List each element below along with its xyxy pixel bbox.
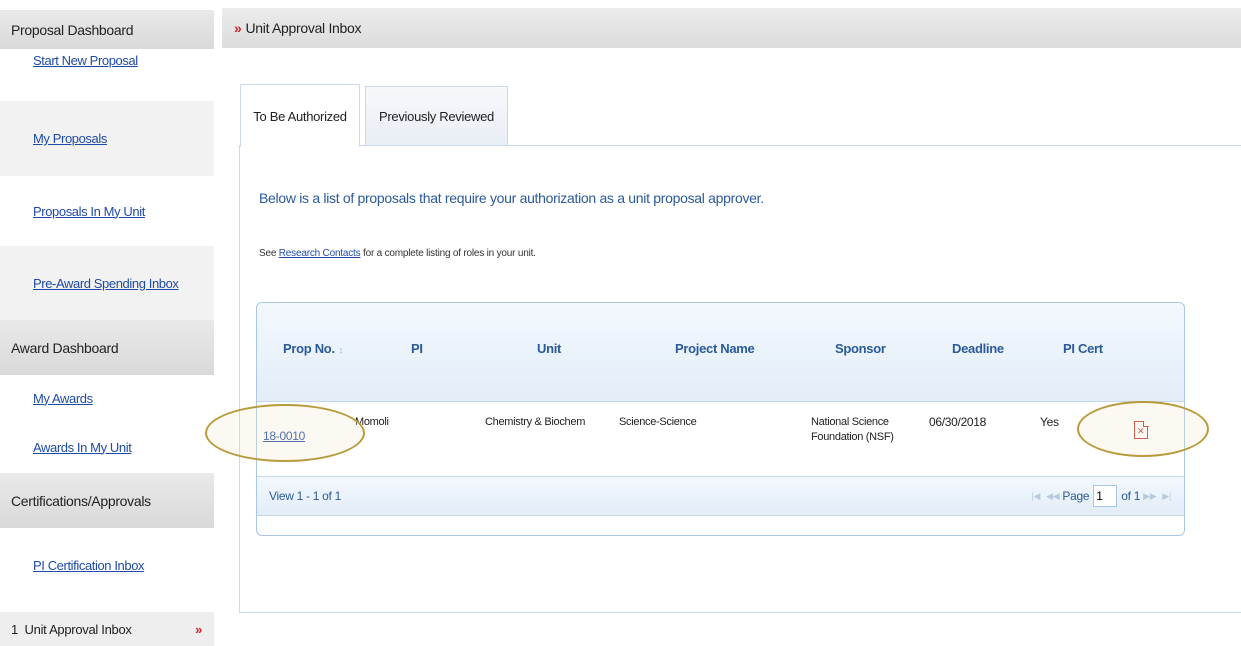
chevron-right-icon: » <box>234 20 242 36</box>
grid-header: Prop No. ↕ PI Unit Project Name Sponsor D… <box>257 303 1184 402</box>
unit-cell: Chemistry & Biochem <box>485 416 586 428</box>
intro-text: Below is a list of proposals that requir… <box>259 190 764 206</box>
start-new-proposal-link[interactable]: Start New Proposal <box>33 53 138 68</box>
tab-to-be-authorized[interactable]: To Be Authorized <box>240 84 360 147</box>
highlight-ring-pdf <box>1077 401 1209 457</box>
record-count: View 1 - 1 of 1 <box>269 489 341 503</box>
my-awards-link[interactable]: My Awards <box>33 391 93 406</box>
help-text-suffix: for a complete listing of roles in your … <box>360 248 536 259</box>
sidebar: Proposal Dashboard Start New Proposal My… <box>0 0 214 646</box>
sidebar-item-my-proposals[interactable]: My Proposals <box>0 101 214 176</box>
page-of-label: of 1 <box>1121 489 1141 503</box>
help-text-prefix: See <box>259 248 279 259</box>
prev-page-icon[interactable]: ◀◀ <box>1046 491 1060 502</box>
section-certifications-approvals: Certifications/Approvals <box>0 473 214 528</box>
proposal-grid: Prop No. ↕ PI Unit Project Name Sponsor D… <box>256 302 1185 536</box>
tab-label: Previously Reviewed <box>379 109 494 124</box>
last-page-icon[interactable]: ▶| <box>1162 491 1171 502</box>
unit-approval-inbox-label: 1 Unit Approval Inbox <box>11 621 132 637</box>
table-row: 18-0010 Momoli Chemistry & Biochem Scien… <box>257 403 1184 475</box>
sidebar-item-awards-in-my-unit[interactable]: Awards In My Unit <box>0 421 214 473</box>
section-proposal-dashboard: Proposal Dashboard <box>0 10 214 49</box>
column-header-pi-cert[interactable]: PI Cert <box>1063 341 1103 356</box>
sidebar-item-pi-certification-inbox[interactable]: PI Certification Inbox <box>0 528 214 603</box>
pre-award-spending-inbox-link[interactable]: Pre-Award Spending Inbox <box>33 276 179 291</box>
sidebar-item-proposals-in-my-unit[interactable]: Proposals In My Unit <box>0 176 214 246</box>
my-proposals-link[interactable]: My Proposals <box>33 131 107 146</box>
page-label: Page <box>1062 489 1090 503</box>
tab-previously-reviewed[interactable]: Previously Reviewed <box>365 86 508 146</box>
chevron-right-icon: » <box>195 621 202 637</box>
sponsor-line: National Science <box>811 416 889 428</box>
column-header-deadline[interactable]: Deadline <box>952 341 1004 356</box>
project-name-cell: Science-Science <box>619 416 697 428</box>
grid-footer: View 1 - 1 of 1 |◀ ◀◀ Page of 1 ▶▶ ▶| <box>257 476 1184 516</box>
page-title: Unit Approval Inbox <box>245 20 362 36</box>
section-award-dashboard: Award Dashboard <box>0 320 214 375</box>
main-content: » Unit Approval Inbox To Be Authorized P… <box>222 0 1241 646</box>
pi-certification-inbox-link[interactable]: PI Certification Inbox <box>33 558 145 573</box>
highlight-ring-prop-no <box>205 404 365 462</box>
column-header-pi[interactable]: PI <box>411 341 423 356</box>
column-header-prop-no[interactable]: Prop No. ↕ <box>283 341 343 356</box>
sponsor-cell: National Science Foundation (NSF) <box>811 415 894 445</box>
page-title-bar: » Unit Approval Inbox <box>222 8 1241 48</box>
sort-icon[interactable]: ↕ <box>339 345 344 355</box>
sidebar-item-my-awards[interactable]: My Awards <box>0 375 214 421</box>
sidebar-item-unit-approval-inbox[interactable]: 1 Unit Approval Inbox » <box>0 612 214 646</box>
sponsor-line: Foundation (NSF) <box>811 431 894 443</box>
sidebar-item-pre-award-spending-inbox[interactable]: Pre-Award Spending Inbox <box>0 246 214 320</box>
proposals-in-my-unit-link[interactable]: Proposals In My Unit <box>33 204 145 219</box>
first-page-icon[interactable]: |◀ <box>1032 491 1041 502</box>
column-header-project-name[interactable]: Project Name <box>675 341 755 356</box>
column-header-unit[interactable]: Unit <box>537 341 561 356</box>
page-number-input[interactable] <box>1093 485 1118 507</box>
column-header-label: Prop No. <box>283 341 335 356</box>
help-text: See Research Contacts for a complete lis… <box>259 248 536 259</box>
deadline-cell: 06/30/2018 <box>929 415 987 429</box>
next-page-icon[interactable]: ▶▶ <box>1143 491 1157 502</box>
research-contacts-link[interactable]: Research Contacts <box>279 248 361 259</box>
sidebar-item-start-new-proposal[interactable]: Start New Proposal <box>0 49 214 101</box>
awards-in-my-unit-link[interactable]: Awards In My Unit <box>33 440 132 455</box>
pager: |◀ ◀◀ Page of 1 ▶▶ ▶| <box>1029 485 1175 507</box>
pi-cert-cell: Yes <box>1040 415 1059 429</box>
column-header-sponsor[interactable]: Sponsor <box>835 341 886 356</box>
tab-label: To Be Authorized <box>253 108 347 124</box>
